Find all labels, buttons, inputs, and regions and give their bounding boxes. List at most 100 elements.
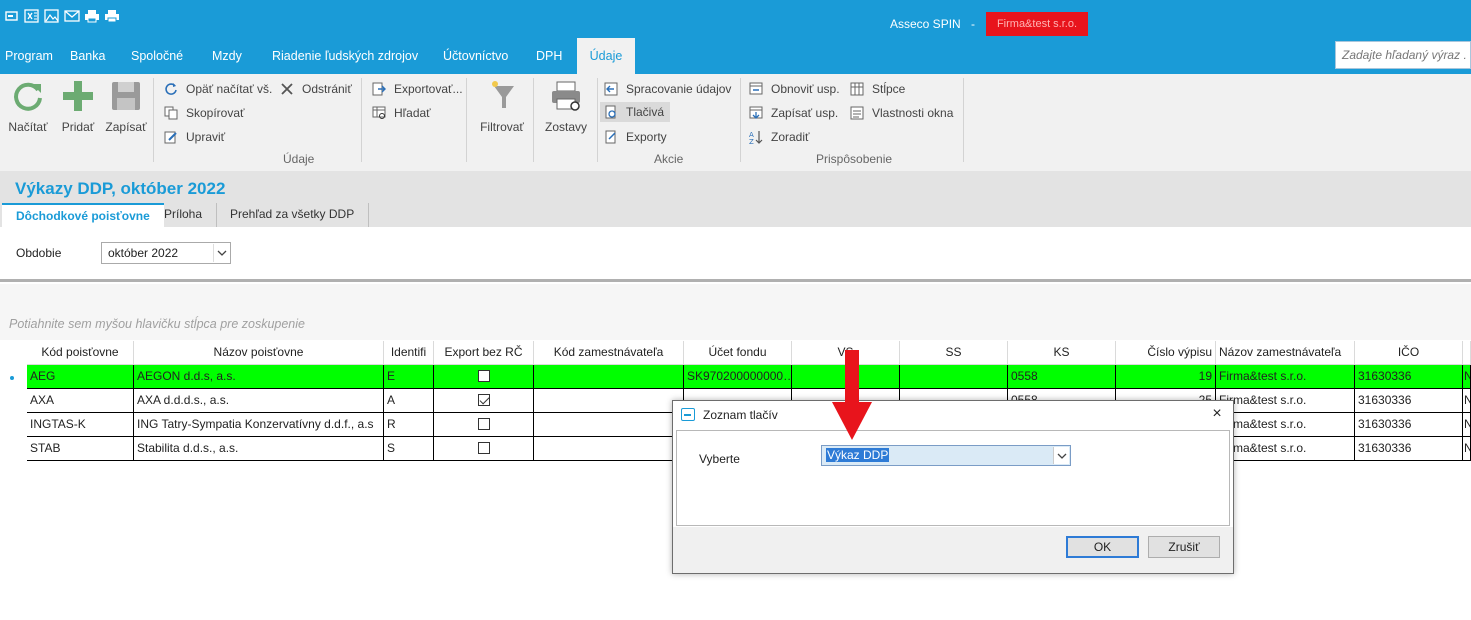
menu-dph[interactable]: DPH bbox=[536, 38, 562, 74]
zapisat-usp-button[interactable]: Zapísať usp. bbox=[749, 103, 838, 123]
menu-riadenie-ludskych-zdrojov[interactable]: Riadenie ľudských zdrojov bbox=[272, 38, 418, 74]
col-header-nazov[interactable]: Názov poisťovne bbox=[134, 341, 384, 365]
company-badge[interactable]: Firma&test s.r.o. bbox=[986, 12, 1088, 36]
tab-prehlad-ddp[interactable]: Prehľad za všetky DDP bbox=[216, 203, 370, 227]
col-header-kod[interactable]: Kód poisťovne bbox=[27, 341, 134, 365]
col-header-identifi[interactable]: Identifi bbox=[384, 341, 434, 365]
cell-export[interactable] bbox=[434, 413, 534, 437]
export-checkbox[interactable] bbox=[477, 417, 490, 430]
menu-uctovnictvo[interactable]: Účtovníctvo bbox=[443, 38, 508, 74]
period-select[interactable]: október 2022 bbox=[101, 242, 231, 264]
cell-ucet[interactable]: SK970200000000… bbox=[684, 365, 792, 389]
menu-banka[interactable]: Banka bbox=[70, 38, 105, 74]
vlastnosti-okna-button[interactable]: Vlastnosti okna bbox=[850, 103, 953, 123]
cell-kod-zam[interactable] bbox=[534, 365, 684, 389]
divider bbox=[0, 279, 1471, 282]
cell-export[interactable] bbox=[434, 365, 534, 389]
cell-ident[interactable]: R bbox=[384, 413, 434, 437]
chevron-down-icon[interactable] bbox=[1053, 447, 1069, 464]
cell-nazov[interactable]: AXA d.d.d.s., a.s. bbox=[134, 389, 384, 413]
cell-kod-zam[interactable] bbox=[534, 389, 684, 413]
form-select[interactable]: Výkaz DDP bbox=[821, 445, 1071, 466]
nacitat-button[interactable]: Načítať bbox=[6, 78, 50, 134]
upravit-button[interactable]: Upraviť bbox=[164, 127, 225, 147]
cell-ico[interactable]: 31630336 bbox=[1355, 413, 1463, 437]
col-header-cislo[interactable]: Číslo výpisu bbox=[1116, 341, 1216, 365]
exportovat-button[interactable]: Exportovať... bbox=[372, 79, 463, 99]
cell-n[interactable]: N bbox=[1463, 437, 1471, 461]
excel-icon[interactable] bbox=[24, 9, 40, 23]
cell-n[interactable]: N bbox=[1463, 389, 1471, 413]
cancel-button[interactable]: Zrušiť bbox=[1148, 536, 1220, 558]
cell-ident[interactable]: E bbox=[384, 365, 434, 389]
col-header-n[interactable] bbox=[1463, 341, 1471, 365]
filtrovat-button[interactable]: Filtrovať bbox=[476, 78, 528, 134]
mail-icon[interactable] bbox=[64, 9, 80, 23]
col-header-kod-zam[interactable]: Kód zamestnávateľa bbox=[534, 341, 684, 365]
cell-export[interactable] bbox=[434, 389, 534, 413]
col-header-ucet[interactable]: Účet fondu bbox=[684, 341, 792, 365]
cell-nazov-zam[interactable]: Firma&test s.r.o. bbox=[1216, 389, 1355, 413]
cell-kod-zam[interactable] bbox=[534, 413, 684, 437]
export-checkbox[interactable] bbox=[477, 441, 490, 454]
cell-nazov-zam[interactable]: Firma&test s.r.o. bbox=[1216, 413, 1355, 437]
cell-cislo[interactable]: 19 bbox=[1116, 365, 1216, 389]
cell-kod[interactable]: STAB bbox=[27, 437, 134, 461]
zostavy-button[interactable]: Zostavy bbox=[541, 78, 591, 134]
exporty-button[interactable]: Exporty bbox=[604, 127, 667, 147]
cell-n[interactable]: N bbox=[1463, 365, 1471, 389]
odstranit-button[interactable]: Odstrániť bbox=[280, 79, 352, 99]
cell-kod[interactable]: INGTAS-K bbox=[27, 413, 134, 437]
tlaciva-button[interactable]: Tlačivá bbox=[600, 102, 671, 122]
cell-ident[interactable]: S bbox=[384, 437, 434, 461]
col-header-export[interactable]: Export bez RČ bbox=[434, 341, 534, 365]
chevron-down-icon[interactable] bbox=[213, 244, 229, 262]
group-panel[interactable]: Potiahnite sem myšou hlavičku stĺpca pre… bbox=[0, 284, 1471, 340]
cell-nazov[interactable]: Stabilita d.d.s., a.s. bbox=[134, 437, 384, 461]
zapisat-button[interactable]: Zapísať bbox=[104, 78, 148, 134]
cell-n[interactable]: N bbox=[1463, 413, 1471, 437]
search-input[interactable]: Zadajte hľadaný výraz . . bbox=[1335, 41, 1471, 69]
cell-ico[interactable]: 31630336 bbox=[1355, 389, 1463, 413]
cell-ico[interactable]: 31630336 bbox=[1355, 437, 1463, 461]
image-icon[interactable] bbox=[44, 9, 60, 23]
dialog-titlebar[interactable]: Zoznam tlačív × bbox=[673, 401, 1233, 429]
obnovit-usp-button[interactable]: Obnoviť usp. bbox=[749, 79, 840, 99]
tab-dochodkove-poistovne[interactable]: Dôchodkové poisťovne bbox=[2, 203, 164, 227]
stlpce-button[interactable]: Stĺpce bbox=[850, 79, 905, 99]
menu-udaje[interactable]: Údaje bbox=[577, 38, 635, 74]
ok-button[interactable]: OK bbox=[1066, 536, 1139, 558]
close-icon[interactable]: × bbox=[1207, 405, 1227, 425]
export-checkbox[interactable] bbox=[477, 393, 490, 406]
cell-export[interactable] bbox=[434, 437, 534, 461]
spracovanie-udajov-button[interactable]: Spracovanie údajov bbox=[604, 79, 731, 99]
print-preview-icon[interactable] bbox=[104, 9, 120, 23]
print-icon[interactable] bbox=[84, 9, 100, 23]
cell-ss[interactable] bbox=[900, 365, 1008, 389]
cell-nazov-zam[interactable]: Firma&test s.r.o. bbox=[1216, 437, 1355, 461]
export-checkbox[interactable] bbox=[477, 369, 490, 382]
zoradit-button[interactable]: AZ Zoradiť bbox=[749, 127, 810, 147]
cell-ks[interactable]: 0558 bbox=[1008, 365, 1116, 389]
col-header-nazov-zam[interactable]: Názov zamestnávateľa bbox=[1216, 341, 1355, 365]
cell-nazov-zam[interactable]: Firma&test s.r.o. bbox=[1216, 365, 1355, 389]
cell-kod[interactable]: AXA bbox=[27, 389, 134, 413]
cell-nazov[interactable]: AEGON d.d.s, a.s. bbox=[134, 365, 384, 389]
menu-mzdy[interactable]: Mzdy bbox=[212, 38, 242, 74]
skopirovat-button[interactable]: Skopírovať bbox=[164, 103, 245, 123]
pridat-button[interactable]: Pridať bbox=[58, 78, 98, 134]
menu-program[interactable]: Program bbox=[5, 38, 53, 74]
window-icon[interactable] bbox=[4, 9, 20, 23]
cell-ico[interactable]: 31630336 bbox=[1355, 365, 1463, 389]
cell-kod[interactable]: AEG bbox=[27, 365, 134, 389]
col-header-ico[interactable]: IČO bbox=[1355, 341, 1463, 365]
tab-priloha[interactable]: Príloha bbox=[150, 203, 218, 227]
hladat-button[interactable]: Hľadať bbox=[372, 103, 431, 123]
col-header-ss[interactable]: SS bbox=[900, 341, 1008, 365]
menu-spolocne[interactable]: Spoločné bbox=[131, 38, 183, 74]
cell-ident[interactable]: A bbox=[384, 389, 434, 413]
col-header-ks[interactable]: KS bbox=[1008, 341, 1116, 365]
opat-nacitat-button[interactable]: Opäť načítať vš. bbox=[164, 79, 272, 99]
cell-kod-zam[interactable] bbox=[534, 437, 684, 461]
cell-nazov[interactable]: ING Tatry-Sympatia Konzervatívny d.d.f.,… bbox=[134, 413, 384, 437]
